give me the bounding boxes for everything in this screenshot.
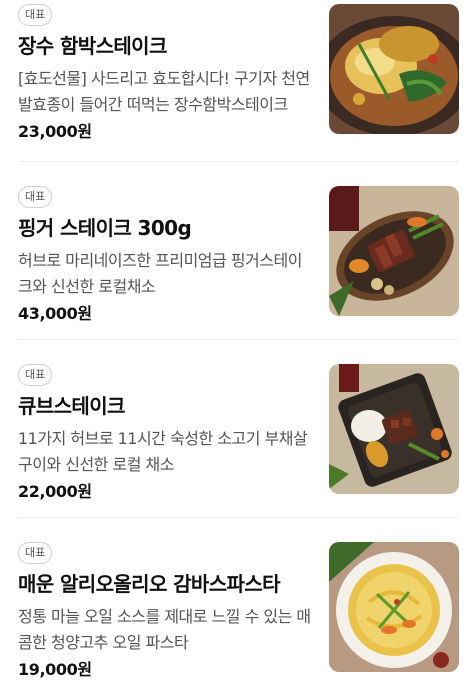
menu-item-price: 22,000원 [18,482,92,501]
representative-badge: 대표 [18,364,53,386]
menu-item-photo[interactable] [329,186,459,316]
representative-badge: 대표 [18,4,53,26]
cube-steak-photo [329,364,459,494]
representative-badge: 대표 [18,542,53,564]
finger-steak-photo [329,186,459,316]
menu-item-price: 43,000원 [18,304,92,323]
menu-item[interactable]: 대표 매운 알리오올리오 감바스파스타 정통 마늘 오일 소스를 제대로 느낄 … [18,518,459,696]
menu-item-text: 대표 큐브스테이크 11가지 허브로 11시간 숙성한 소고기 부채살 구이와 … [18,360,312,504]
menu-item-description: 허브로 마리네이즈한 프리미엄급 핑거스테이크와 신선한 로컬채소 [18,251,302,296]
menu-item[interactable]: 대표 큐브스테이크 11가지 허브로 11시간 숙성한 소고기 부채살 구이와 … [18,340,459,518]
menu-item-description: [효도선물] 사드리고 효도합시다! 구기자 천연발효종이 들어간 떠먹는 장수… [18,69,310,114]
menu-item-price: 19,000원 [18,660,92,679]
menu-item-photo[interactable] [329,4,459,134]
menu-item-name: 매운 알리오올리오 감바스파스타 [18,572,281,596]
menu-item-description: 정통 마늘 오일 소스를 제대로 느낄 수 있는 매콤한 청양고추 오일 파스타 [18,607,311,652]
menu-list: 대표 장수 함박스테이크 [효도선물] 사드리고 효도합시다! 구기자 천연발효… [0,0,475,696]
menu-item-name: 장수 함박스테이크 [18,34,167,58]
menu-item[interactable]: 대표 핑거 스테이크 300g 허브로 마리네이즈한 프리미엄급 핑거스테이크와… [18,162,459,340]
menu-item-photo[interactable] [329,364,459,494]
menu-item-text: 대표 장수 함박스테이크 [효도선물] 사드리고 효도합시다! 구기자 천연발효… [18,0,312,144]
menu-item-description: 11가지 허브로 11시간 숙성한 소고기 부채살 구이와 신선한 로컬 채소 [18,429,308,474]
menu-item-text: 대표 매운 알리오올리오 감바스파스타 정통 마늘 오일 소스를 제대로 느낄 … [18,538,312,682]
menu-item-photo[interactable] [329,542,459,672]
hamburg-steak-photo [329,4,459,134]
menu-item[interactable]: 대표 장수 함박스테이크 [효도선물] 사드리고 효도합시다! 구기자 천연발효… [18,0,459,162]
menu-item-name: 큐브스테이크 [18,394,125,418]
representative-badge: 대표 [18,186,53,208]
menu-item-text: 대표 핑거 스테이크 300g 허브로 마리네이즈한 프리미엄급 핑거스테이크와… [18,182,312,326]
gambas-pasta-photo [329,542,459,672]
menu-item-name: 핑거 스테이크 300g [18,216,192,240]
menu-item-price: 23,000원 [18,122,92,141]
